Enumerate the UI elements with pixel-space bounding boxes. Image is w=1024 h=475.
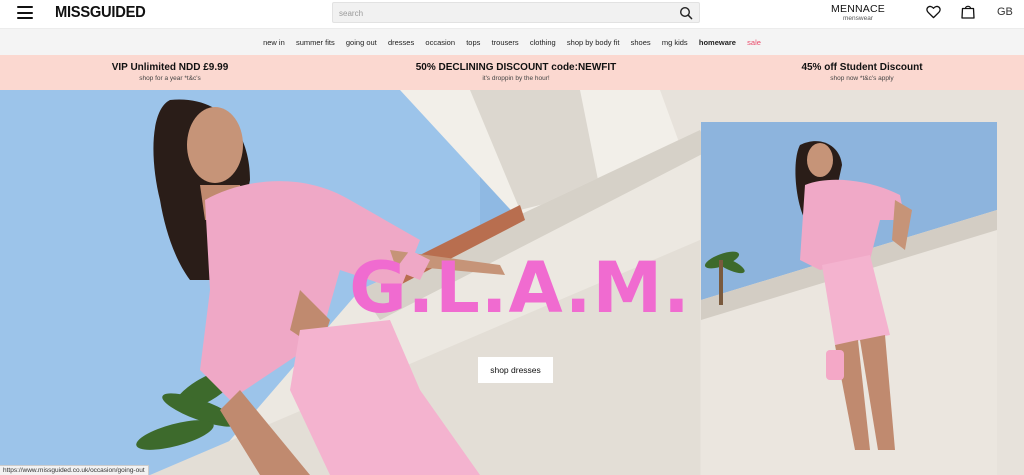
- mennace-title: MENNACE: [831, 3, 885, 15]
- hamburger-menu-icon[interactable]: [17, 6, 33, 19]
- nav-item-mg-kids[interactable]: mg kids: [662, 38, 688, 47]
- nav-item-tops[interactable]: tops: [466, 38, 480, 47]
- nav-item-sale[interactable]: sale: [747, 38, 761, 47]
- heart-icon[interactable]: [926, 5, 941, 19]
- nav-item-homeware[interactable]: homeware: [699, 38, 736, 47]
- promo-student-discount[interactable]: 45% off Student Discount shop now *t&c's…: [790, 62, 934, 83]
- nav-item-shop-by-body-fit[interactable]: shop by body fit: [567, 38, 620, 47]
- category-nav: new in summer fits going out dresses occ…: [0, 28, 1024, 55]
- promo-banner: VIP Unlimited NDD £9.99 shop for a year …: [0, 55, 1024, 90]
- site-logo[interactable]: MISSGUIDED: [55, 4, 146, 22]
- nav-item-new-in[interactable]: new in: [263, 38, 285, 47]
- search-bar[interactable]: [332, 2, 700, 23]
- nav-item-shoes[interactable]: shoes: [631, 38, 651, 47]
- search-icon[interactable]: [679, 6, 693, 20]
- hero-headline: G.L.A.M.: [349, 247, 691, 329]
- promo-subtitle: it's droppin by the hour!: [482, 75, 550, 82]
- hero-banner[interactable]: G.L.A.M. shop dresses: [0, 90, 1024, 475]
- promo-subtitle: shop now *t&c's apply: [830, 75, 894, 82]
- promo-subtitle: shop for a year *t&c's: [139, 75, 201, 82]
- nav-item-trousers[interactable]: trousers: [492, 38, 519, 47]
- promo-title: VIP Unlimited NDD £9.99: [111, 62, 229, 73]
- promo-declining-discount[interactable]: 50% DECLINING DISCOUNT code:NEWFIT it's …: [402, 62, 630, 83]
- promo-title: 45% off Student Discount: [801, 62, 923, 73]
- region-selector[interactable]: GB: [997, 6, 1013, 18]
- promo-vip[interactable]: VIP Unlimited NDD £9.99 shop for a year …: [95, 62, 245, 83]
- search-input[interactable]: [339, 6, 669, 20]
- nav-item-dresses[interactable]: dresses: [388, 38, 414, 47]
- nav-item-summer-fits[interactable]: summer fits: [296, 38, 335, 47]
- shop-dresses-button[interactable]: shop dresses: [478, 357, 553, 383]
- nav-item-occasion[interactable]: occasion: [425, 38, 455, 47]
- mennace-link[interactable]: MENNACE menswear: [830, 3, 886, 23]
- site-header: MISSGUIDED MENNACE menswear GB: [0, 0, 1024, 28]
- mennace-subtitle: menswear: [843, 15, 873, 22]
- status-bar-url: https://www.missguided.co.uk/occasion/go…: [0, 465, 149, 475]
- promo-title: 50% DECLINING DISCOUNT code:NEWFIT: [415, 62, 617, 73]
- bag-icon[interactable]: [961, 4, 975, 19]
- nav-item-clothing[interactable]: clothing: [530, 38, 556, 47]
- nav-item-going-out[interactable]: going out: [346, 38, 377, 47]
